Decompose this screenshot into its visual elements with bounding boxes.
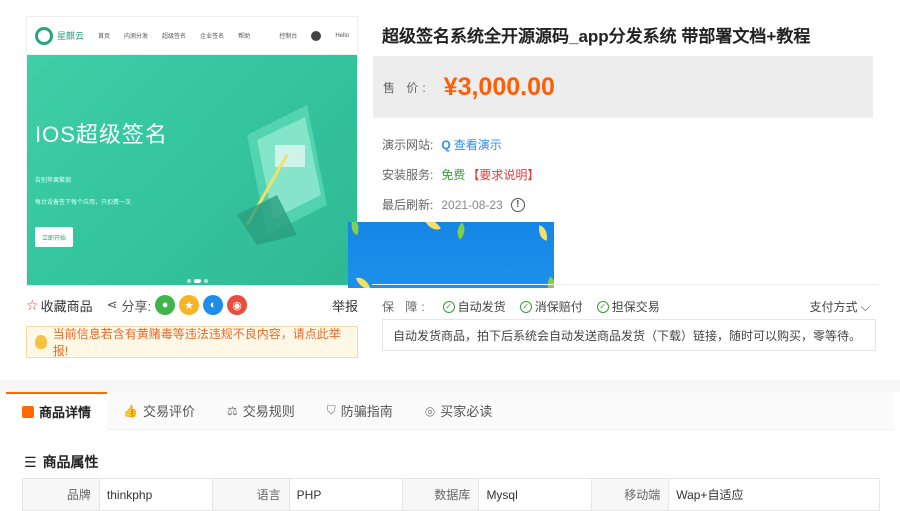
service-requirement-link[interactable]: 【要求说明】	[467, 166, 539, 183]
hero-title: IOS超级签名	[35, 122, 168, 147]
phone-illustration-icon	[237, 105, 327, 245]
price-label: 售 价:	[383, 80, 430, 95]
guarantee-item: ✓ 自动发货	[442, 298, 506, 315]
info-icon[interactable]: !	[510, 197, 525, 212]
guarantee-item: ✓ 担保交易	[596, 298, 660, 315]
service-value: 免费	[441, 168, 466, 182]
attr-key: 语言	[212, 479, 290, 510]
demo-row: 演示网站: Q 查看演示	[382, 136, 502, 153]
shield-icon: ⛉	[326, 403, 336, 417]
product-actions: ☆ 收藏商品 ⋖ 分享: ● ★ ◐ ◉ 举报	[26, 292, 358, 318]
wechat-icon[interactable]: ●	[155, 295, 176, 315]
auto-delivery-notice: 自动发货商品，拍下后系统会自动发送商品发货（下载）链接，随时可以购买，零等待。	[382, 319, 876, 351]
guarantee-item: ✓ 消保赔付	[519, 298, 583, 315]
detail-tabs: 商品详情 👍 交易评价 ⚖ 交易规则 ⛉ 防骗指南 ◎ 买家必读	[6, 391, 894, 430]
share-group: ⋖ 分享: ● ★ ◐ ◉	[107, 295, 248, 315]
demo-link[interactable]: Q 查看演示	[441, 136, 501, 153]
gallery-nav-item: 控制台	[279, 34, 298, 40]
attributes-title: 商品属性	[42, 454, 99, 470]
attr-key: 移动端	[592, 479, 670, 510]
report-button[interactable]: 举报	[332, 296, 358, 315]
tab-anti-fraud[interactable]: ⛉ 防骗指南	[311, 392, 409, 430]
gallery-nav-item: 超级签名	[162, 34, 187, 40]
tab-label: 交易规则	[242, 404, 295, 419]
hero-start-button: 立即开始	[35, 227, 73, 247]
product-gallery[interactable]: 星麒云 首页 内测分发 超级签名 企业签名 帮助 控制台 Hello IOS超级…	[26, 16, 358, 286]
favorite-button[interactable]: ☆ 收藏商品	[26, 296, 93, 315]
carousel-dots[interactable]	[187, 279, 208, 283]
attr-value: Mysql	[479, 479, 593, 510]
service-row: 安装服务: 免费 【要求说明】	[382, 166, 539, 183]
tab-label: 防骗指南	[340, 404, 393, 419]
gallery-nav-item: Hello	[335, 32, 349, 39]
price-box: 售 价: ¥3,000.00	[373, 56, 873, 118]
attr-value: Wap+自适应	[676, 488, 744, 502]
check-icon: ✓	[442, 300, 455, 313]
target-icon: ◎	[424, 403, 436, 418]
report-notice[interactable]: 当前信息若含有黄赌毒等违法违规不良内容，请点此举报!	[26, 326, 358, 358]
promo-banner[interactable]	[348, 222, 554, 288]
demo-link-text: 查看演示	[453, 138, 502, 152]
attr-value: PHP	[290, 479, 403, 510]
gallery-nav-item: 首页	[98, 34, 111, 40]
search-icon: Q	[441, 137, 451, 152]
gallery-hero-image: IOS超级签名 告别苹果繁琐 每台设备签下每个应用，只扣费一次 立即开始	[27, 55, 357, 285]
notice-text: 当前信息若含有黄赌毒等违法违规不良内容，请点此举报!	[52, 327, 341, 358]
refresh-label: 最后刷新:	[382, 198, 434, 212]
attributes-table: 品牌 thinkphp 语言 PHP 数据库 Mysql 移动端 Wap+自适应	[22, 478, 880, 511]
tab-reviews[interactable]: 👍 交易评价	[107, 392, 211, 430]
list-search-icon: ☰	[24, 453, 37, 470]
gallery-logo-text: 星麒云	[57, 31, 85, 41]
auto-delivery-text: 自动发货商品，拍下后系统会自动发送商品发货（下载）链接，随时可以购买，零等待。	[393, 328, 862, 343]
guarantee-item-label: 消保赔付	[534, 300, 583, 314]
tab-label: 交易评价	[142, 404, 195, 419]
tab-buyer-notice[interactable]: ◎ 买家必读	[409, 392, 509, 430]
refresh-row: 最后刷新: 2021-08-23 !	[382, 196, 525, 213]
thumb-icon: 👍	[123, 403, 138, 418]
guarantee-label: 保 障:	[382, 300, 429, 314]
logo-icon	[35, 26, 53, 45]
favorite-label: 收藏商品	[40, 298, 93, 314]
check-icon: ✓	[596, 300, 609, 313]
user-icon	[311, 30, 322, 41]
tab-label: 商品详情	[39, 405, 92, 420]
service-label: 安装服务:	[382, 168, 434, 182]
gallery-nav-item: 企业签名	[200, 34, 225, 40]
guarantee-item-label: 担保交易	[611, 300, 660, 314]
detail-icon	[22, 405, 34, 418]
gallery-nav-item: 内测分发	[124, 34, 149, 40]
guarantee-row: 保 障: ✓ 自动发货 ✓ 消保赔付 ✓ 担保交易 支付方式 ⌵	[382, 298, 870, 315]
attr-value: thinkphp	[100, 479, 213, 510]
attributes-heading: ☰ 商品属性	[24, 452, 99, 472]
star-icon: ☆	[26, 296, 39, 313]
hero-subtitle: 每台设备签下每个应用，只扣费一次	[35, 200, 132, 206]
info-divider	[372, 284, 878, 285]
share-icon: ⋖	[106, 297, 118, 312]
tab-trade-rules[interactable]: ⚖ 交易规则	[211, 392, 311, 430]
weibo-icon[interactable]: ◉	[227, 295, 248, 315]
qzone-icon[interactable]: ★	[179, 295, 200, 315]
product-title: 超级签名系统全开源源码_app分发系统 带部署文档+教程	[382, 27, 811, 46]
tab-product-details[interactable]: 商品详情	[6, 391, 108, 430]
gallery-nav-item: 帮助	[238, 34, 251, 40]
scale-icon: ⚖	[226, 403, 238, 418]
check-icon: ✓	[519, 300, 532, 313]
demo-label: 演示网站:	[382, 138, 434, 152]
section-separator	[0, 380, 900, 392]
payment-methods-dropdown[interactable]: 支付方式 ⌵	[810, 298, 870, 315]
payment-methods-label: 支付方式	[809, 300, 858, 314]
attr-key: 数据库	[402, 479, 480, 510]
guarantee-item-label: 自动发货	[457, 300, 506, 314]
price-value: ¥3,000.00	[443, 72, 555, 101]
hero-subtitle: 告别苹果繁琐	[35, 178, 72, 184]
qq-icon[interactable]: ◐	[203, 295, 224, 315]
share-label: 分享:	[121, 298, 152, 314]
chevron-down-icon: ⌵	[860, 300, 870, 314]
refresh-date: 2021-08-23	[441, 197, 503, 212]
gallery-logo: 星麒云	[35, 26, 85, 45]
attr-key: 品牌	[23, 479, 100, 510]
gallery-site-header: 星麒云 首页 内测分发 超级签名 企业签名 帮助 控制台 Hello	[27, 17, 357, 55]
tab-label: 买家必读	[440, 404, 493, 419]
lightbulb-icon	[35, 335, 47, 349]
